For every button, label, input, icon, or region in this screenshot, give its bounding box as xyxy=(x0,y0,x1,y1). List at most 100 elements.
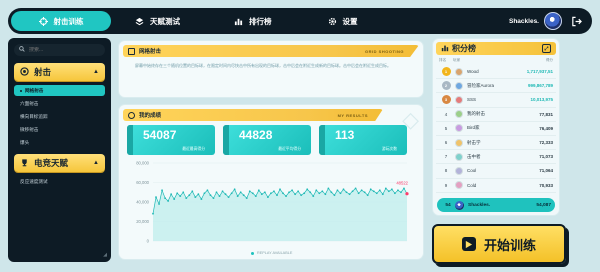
category-shooting[interactable]: 射击 ▲ xyxy=(14,63,105,81)
results-card: ◇ 我的成绩 MY RESULTS 54087 最近最高得分 44828 最近平… xyxy=(118,104,424,260)
task-title: 网格射击 xyxy=(139,49,162,55)
leaderboard-row[interactable]: 9 Cold 70,933 xyxy=(436,179,556,193)
tab-talent-test[interactable]: 天赋测试 xyxy=(121,11,194,31)
score-point xyxy=(173,198,176,200)
score-point xyxy=(155,196,157,199)
leaderboard-card: 积分榜 ⤢ 排名 玩家 得分 1 Wood 1,717,937,51 2 冒险家Auro… xyxy=(432,38,560,216)
player-score: 1,717,937,51 xyxy=(526,69,553,75)
player-name: 冒险家Aurora xyxy=(467,82,495,88)
sidebar-item-headshot[interactable]: 爆头 xyxy=(14,137,105,148)
stat-label: 最近平均得分 xyxy=(278,147,301,151)
player-name: Wood xyxy=(467,69,479,75)
stat-value: 113 xyxy=(335,128,355,142)
score-point xyxy=(291,189,293,192)
score-point xyxy=(197,193,200,196)
tab-settings[interactable]: 设置 xyxy=(314,11,372,31)
score-point xyxy=(191,190,194,193)
score-point xyxy=(321,190,324,193)
my-score: 54,087 xyxy=(536,202,551,208)
score-point xyxy=(394,192,396,195)
score-point xyxy=(330,191,333,194)
leaderboard-rows: 1 Wood 1,717,937,51 2 冒险家Aurora 999,867,789 3 S… xyxy=(436,65,556,193)
gear-icon xyxy=(328,17,337,26)
score-point xyxy=(218,195,221,198)
sidebar-item-micro[interactable]: 微移射击 xyxy=(14,124,105,135)
player-avatar xyxy=(455,67,463,76)
task-tag: GRID SHOOTING xyxy=(365,48,404,54)
score-point xyxy=(372,190,375,193)
player-name: 击中者 xyxy=(467,153,481,159)
rank: 2 xyxy=(439,81,453,91)
stat-value: 54087 xyxy=(143,128,177,142)
resize-handle-icon[interactable]: ◢ xyxy=(103,252,107,258)
expand-icon[interactable]: ⤢ xyxy=(542,44,551,53)
score-chart-svg: 80,000 60,000 40,000 20,000 0 48522 xyxy=(136,161,408,244)
rank: 6 xyxy=(444,140,448,146)
stat-best-score: 54087 最近最高得分 xyxy=(127,125,215,155)
score-point xyxy=(215,191,218,194)
leaderboard-icon xyxy=(441,44,449,54)
player-name: Cold xyxy=(467,182,477,188)
score-point xyxy=(242,194,245,197)
task-description: 屏幕中始终存在三个随机位置的目标球，在限定时间内尽快击中所有出现的目标球，击中后… xyxy=(135,63,391,68)
category-esports-talent[interactable]: 电竞天赋 ▲ xyxy=(14,154,105,172)
stat-play-count: 113 游玩次数 xyxy=(319,125,407,155)
player-avatar xyxy=(455,110,463,119)
score-point xyxy=(170,193,173,196)
score-point xyxy=(400,191,402,194)
category-esports-items: 反应速度测试 xyxy=(14,176,105,187)
score-point xyxy=(300,194,303,197)
search-input[interactable] xyxy=(29,47,99,53)
score-point xyxy=(390,188,393,191)
score-point xyxy=(179,195,182,198)
tab-aim-training[interactable]: 射击训练 xyxy=(11,11,111,31)
sidebar-item-grid-shooting[interactable]: 网格射击 xyxy=(14,85,105,96)
score-point xyxy=(224,193,227,196)
score-point xyxy=(333,194,336,197)
leaderboard-row[interactable]: 7 击中者 71,073 xyxy=(436,150,556,165)
score-point xyxy=(188,194,191,197)
bar-chart-icon xyxy=(234,17,243,26)
chart-icon xyxy=(128,111,135,119)
rank: 7 xyxy=(444,154,448,160)
player-avatar xyxy=(455,181,463,190)
leaderboard-row[interactable]: 2 冒险家Aurora 999,867,789 xyxy=(436,79,556,94)
score-point xyxy=(185,197,188,199)
leaderboard-row[interactable]: 4 我的射击 77,831 xyxy=(436,108,556,122)
my-rank-row[interactable]: 54 Shackles. 54,087 xyxy=(437,198,555,212)
start-training-button[interactable]: 开始训练 xyxy=(432,224,566,264)
search-bar[interactable] xyxy=(14,44,105,56)
score-point xyxy=(164,197,166,199)
leaderboard-row[interactable]: 6 射击学 72,333 xyxy=(436,136,556,151)
leaderboard-header: 排名 玩家 得分 xyxy=(439,58,553,62)
tab-leaderboard[interactable]: 排行榜 xyxy=(220,11,286,31)
layers-icon xyxy=(135,17,144,26)
logout-icon[interactable] xyxy=(570,15,582,27)
tab-label: 射击训练 xyxy=(53,16,84,26)
leaderboard-row[interactable]: 3 SSS 10,013,975 xyxy=(436,93,556,108)
leaderboard-row[interactable]: 1 Wood 1,717,937,51 xyxy=(436,65,556,80)
score-point xyxy=(239,191,242,194)
score-point xyxy=(312,195,315,198)
player-score: 72,333 xyxy=(539,140,553,146)
sidebar-item-tracking[interactable]: 横向目标追踪 xyxy=(14,111,105,122)
crosshair-icon xyxy=(38,16,48,26)
score-point xyxy=(285,195,287,198)
stat-value: 44828 xyxy=(239,128,273,142)
results-tag: MY RESULTS xyxy=(337,112,368,118)
score-point xyxy=(257,189,260,192)
score-point xyxy=(384,187,387,190)
leaderboard-row[interactable]: 8 Cool 71,064 xyxy=(436,164,556,179)
score-point xyxy=(366,194,369,197)
sidebar-item-reaction[interactable]: 反应速度测试 xyxy=(14,176,105,187)
leaderboard-row[interactable]: 5 Bird家 76,409 xyxy=(436,122,556,136)
search-icon xyxy=(19,46,25,54)
avatar[interactable] xyxy=(544,12,562,30)
player-score: 70,933 xyxy=(539,182,553,188)
player-avatar xyxy=(455,81,463,90)
sidebar-item-six-sided[interactable]: 六面射击 xyxy=(14,98,105,109)
category-label: 电竞天赋 xyxy=(34,158,69,168)
score-point xyxy=(227,196,230,199)
score-point xyxy=(315,189,318,192)
player-score: 10,013,975 xyxy=(530,97,553,103)
